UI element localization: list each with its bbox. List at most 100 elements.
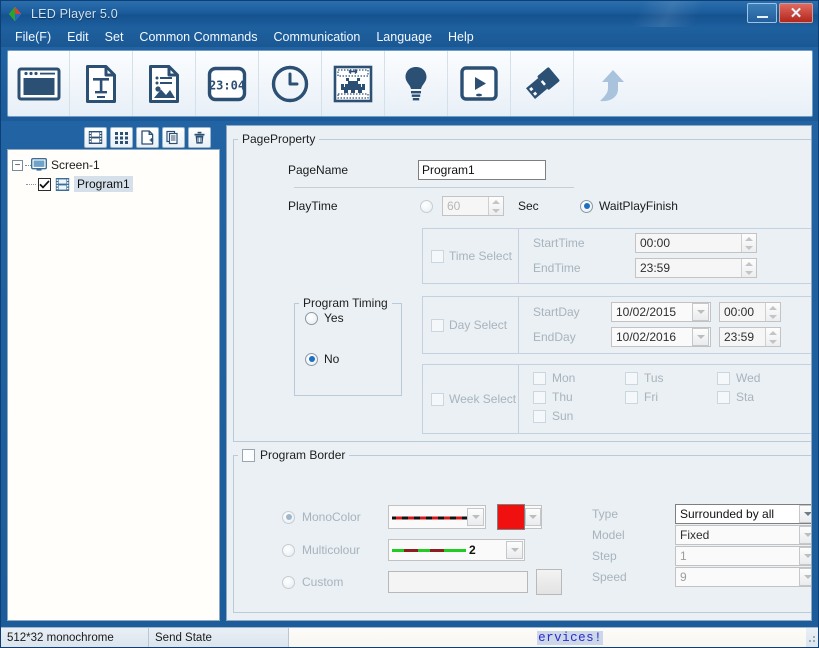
end-time-down[interactable] — [742, 268, 756, 277]
start-time-up[interactable] — [742, 234, 756, 243]
program-timing-no-row[interactable]: No — [305, 352, 401, 366]
model-dropdown[interactable]: Fixed — [675, 525, 811, 545]
model-arrow[interactable] — [799, 526, 811, 544]
toolbar-add-digital-clock[interactable]: 23:04 — [196, 51, 259, 116]
toolbar-send[interactable] — [574, 51, 637, 116]
menu-help[interactable]: Help — [440, 29, 482, 45]
multicolour-radio[interactable] — [282, 543, 295, 557]
page-name-input[interactable] — [418, 160, 546, 180]
wait-play-finish-radio[interactable] — [580, 199, 593, 213]
program-border-checkbox[interactable] — [242, 448, 255, 462]
toolbar-add-analog-clock[interactable] — [259, 51, 322, 116]
toolbar-export-usb[interactable] — [511, 51, 574, 116]
menu-set[interactable]: Set — [97, 29, 132, 45]
multicolour-dropdown[interactable]: 2 — [388, 539, 525, 561]
mono-color-radio[interactable] — [282, 510, 295, 524]
menu-edit[interactable]: Edit — [59, 29, 97, 45]
type-dropdown[interactable]: Surrounded by all — [675, 504, 811, 524]
weekday-sun[interactable]: Sun — [533, 409, 625, 423]
time-select-checkbox[interactable] — [431, 249, 444, 263]
menu-language[interactable]: Language — [368, 29, 440, 45]
start-day-time-up[interactable] — [766, 303, 780, 312]
weekday-mon-checkbox[interactable] — [533, 371, 546, 385]
close-button[interactable]: ✕ — [779, 3, 813, 23]
week-select-checkbox[interactable] — [431, 392, 444, 406]
weekday-thu-checkbox[interactable] — [533, 390, 546, 404]
menu-file[interactable]: File(F) — [7, 29, 59, 45]
copy-button[interactable] — [162, 126, 185, 148]
speed-arrow[interactable] — [799, 568, 811, 586]
end-day-time-arrows[interactable] — [765, 328, 780, 346]
program-timing-no-radio[interactable] — [305, 352, 318, 366]
start-day-time-spinner[interactable]: 00:00 — [719, 302, 781, 322]
area-add-button[interactable] — [110, 126, 133, 148]
end-day-time-up[interactable] — [766, 328, 780, 337]
weekday-mon[interactable]: Mon — [533, 371, 625, 385]
play-time-spin-down[interactable] — [489, 206, 503, 215]
weekday-thu[interactable]: Thu — [533, 390, 625, 404]
play-time-radio[interactable] — [420, 199, 433, 213]
page-add-button[interactable] — [136, 126, 159, 148]
day-select-checkbox[interactable] — [431, 318, 444, 332]
play-time-spin-up[interactable] — [489, 197, 503, 206]
mono-color-pattern-arrow[interactable] — [467, 508, 484, 526]
toolbar-preview[interactable] — [448, 51, 511, 116]
speed-dropdown[interactable]: 9 — [675, 567, 811, 587]
custom-path-input[interactable] — [388, 571, 528, 593]
start-day-time-arrows[interactable] — [765, 303, 780, 321]
mono-color-swatch-dropdown[interactable] — [525, 505, 542, 529]
end-day-time-spinner[interactable]: 23:59 — [719, 327, 781, 347]
play-time-spinner-arrows[interactable] — [488, 197, 503, 215]
weekday-sta[interactable]: Sta — [717, 390, 809, 404]
delete-button[interactable] — [188, 126, 211, 148]
weekday-sun-checkbox[interactable] — [533, 409, 546, 423]
custom-radio[interactable] — [282, 575, 295, 589]
type-arrow[interactable] — [799, 505, 811, 523]
mono-color-swatch-arrow[interactable] — [525, 508, 541, 526]
weekday-fri-checkbox[interactable] — [625, 390, 638, 404]
end-day-dropdown[interactable]: 10/02/2016 — [611, 327, 711, 347]
mono-color-swatch-button[interactable] — [497, 504, 525, 530]
program-timing-yes-radio[interactable] — [305, 311, 318, 325]
weekday-wed[interactable]: Wed — [717, 371, 809, 385]
resize-grip[interactable] — [806, 628, 818, 647]
status-send-state[interactable]: Send State — [149, 628, 289, 647]
play-time-spinner[interactable]: 60 — [442, 196, 504, 216]
end-time-up[interactable] — [742, 259, 756, 268]
program-checkbox[interactable] — [38, 177, 51, 191]
end-time-arrows[interactable] — [741, 259, 756, 277]
tree-node-program[interactable]: Program1 — [26, 174, 215, 194]
weekday-tus-checkbox[interactable] — [625, 371, 638, 385]
toolbar-add-picture[interactable] — [133, 51, 196, 116]
end-time-spinner[interactable]: 23:59 — [635, 258, 757, 278]
program-timing-yes-row[interactable]: Yes — [305, 311, 401, 325]
weekday-wed-checkbox[interactable] — [717, 371, 730, 385]
start-time-down[interactable] — [742, 243, 756, 252]
mono-color-pattern-dropdown[interactable] — [388, 505, 486, 529]
weekday-tus[interactable]: Tus — [625, 371, 717, 385]
end-day-time-down[interactable] — [766, 337, 780, 346]
step-dropdown[interactable]: 1 — [675, 546, 811, 566]
start-time-arrows[interactable] — [741, 234, 756, 252]
minimize-button[interactable] — [747, 3, 777, 23]
menu-common-commands[interactable]: Common Commands — [131, 29, 265, 45]
step-arrow[interactable] — [799, 547, 811, 565]
toolbar-add-text[interactable] — [70, 51, 133, 116]
start-time-spinner[interactable]: 00:00 — [635, 233, 757, 253]
start-day-time-down[interactable] — [766, 312, 780, 321]
screen-tree[interactable]: − Screen-1 Program1 — [7, 149, 220, 621]
program-add-button[interactable] — [84, 126, 107, 148]
end-day-arrow[interactable] — [692, 328, 709, 346]
custom-browse-button[interactable] — [536, 569, 562, 595]
weekday-sta-checkbox[interactable] — [717, 390, 730, 404]
start-day-arrow[interactable] — [692, 303, 709, 321]
start-day-dropdown[interactable]: 10/02/2015 — [611, 302, 711, 322]
toolbar-add-neon[interactable] — [385, 51, 448, 116]
tree-expander[interactable]: − — [12, 159, 23, 171]
multicolour-arrow[interactable] — [506, 541, 523, 559]
weekday-fri[interactable]: Fri — [625, 390, 717, 404]
toolbar-new-screen[interactable] — [8, 51, 70, 116]
tree-node-screen[interactable]: − Screen-1 — [12, 156, 215, 174]
toolbar-add-animation[interactable] — [322, 51, 385, 116]
menu-communication[interactable]: Communication — [266, 29, 369, 45]
